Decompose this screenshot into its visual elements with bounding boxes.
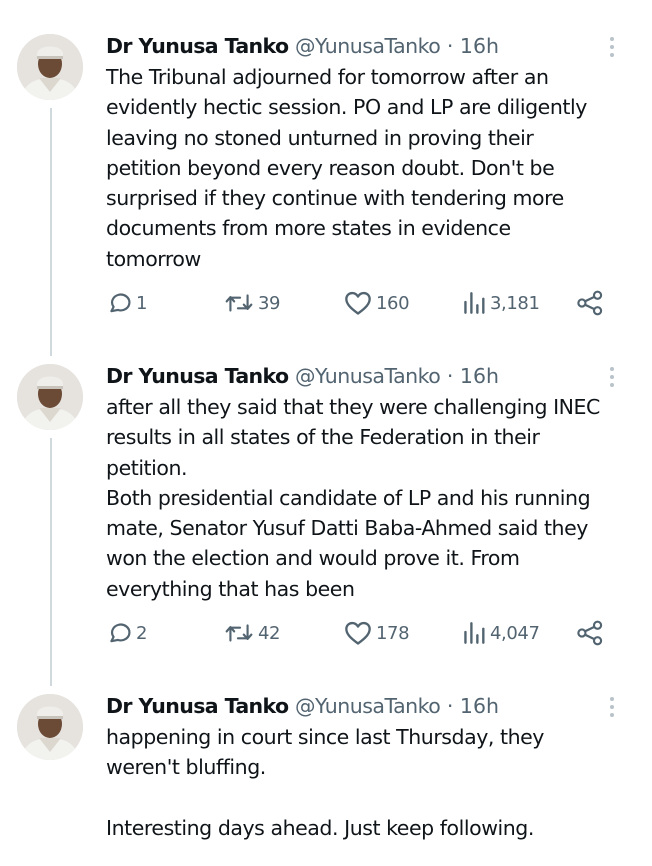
views-chart-icon [464, 292, 485, 314]
timestamp[interactable]: 16h [460, 34, 499, 58]
share-icon [577, 290, 603, 316]
tweet[interactable]: Dr Yunusa Tanko @YunusaTanko · 16h The T… [0, 34, 652, 334]
repost-icon [225, 624, 253, 642]
author-handle[interactable]: @YunusaTanko [295, 34, 441, 58]
reply-count: 2 [136, 622, 148, 644]
like-button[interactable]: 160 [344, 286, 410, 320]
tweet-header: Dr Yunusa Tanko @YunusaTanko · 16h [106, 692, 499, 720]
author-name[interactable]: Dr Yunusa Tanko [106, 34, 289, 58]
avatar[interactable] [17, 364, 83, 430]
tweet-header: Dr Yunusa Tanko @YunusaTanko · 16h [106, 32, 499, 60]
reply-icon [110, 623, 131, 643]
tweet-text: after all they said that they were chall… [106, 395, 600, 601]
author-name[interactable]: Dr Yunusa Tanko [106, 364, 289, 388]
views-chart-icon [464, 622, 485, 644]
tweet-header: Dr Yunusa Tanko @YunusaTanko · 16h [106, 362, 499, 390]
action-bar: 1 39 160 3,181 [106, 286, 626, 320]
views-button[interactable]: 3,181 [462, 286, 540, 320]
timestamp[interactable]: 16h [460, 364, 499, 388]
views-count: 3,181 [490, 292, 540, 314]
tweet-text: The Tribunal adjourned for tomorrow afte… [106, 65, 587, 271]
separator-dot: · [446, 694, 454, 718]
share-button[interactable] [576, 616, 604, 650]
repost-button[interactable]: 42 [224, 616, 281, 650]
repost-count: 42 [258, 622, 281, 644]
action-bar: 2 42 178 4,047 [106, 616, 626, 650]
like-count: 160 [376, 292, 410, 314]
repost-button[interactable]: 39 [224, 286, 281, 320]
like-count: 178 [376, 622, 410, 644]
separator-dot: · [446, 34, 454, 58]
views-button[interactable]: 4,047 [462, 616, 540, 650]
avatar[interactable] [17, 694, 83, 760]
more-vertical-icon[interactable] [604, 34, 620, 60]
author-handle[interactable]: @YunusaTanko [295, 694, 441, 718]
repost-icon [225, 294, 253, 312]
reply-button[interactable]: 2 [106, 616, 147, 650]
tweet[interactable]: Dr Yunusa Tanko @YunusaTanko · 16h after… [0, 364, 652, 664]
tweet[interactable]: Dr Yunusa Tanko @YunusaTanko · 16h happe… [0, 694, 652, 864]
avatar[interactable] [17, 34, 83, 100]
reply-icon [110, 293, 131, 313]
author-name[interactable]: Dr Yunusa Tanko [106, 694, 289, 718]
timestamp[interactable]: 16h [460, 694, 499, 718]
separator-dot: · [446, 364, 454, 388]
heart-icon [345, 291, 371, 315]
reply-button[interactable]: 1 [106, 286, 147, 320]
author-handle[interactable]: @YunusaTanko [295, 364, 441, 388]
reply-count: 1 [136, 292, 148, 314]
more-vertical-icon[interactable] [604, 364, 620, 390]
repost-count: 39 [258, 292, 281, 314]
share-button[interactable] [576, 286, 604, 320]
more-vertical-icon[interactable] [604, 694, 620, 720]
share-icon [577, 620, 603, 646]
tweet-text: happening in court since last Thursday, … [106, 725, 544, 840]
views-count: 4,047 [490, 622, 540, 644]
heart-icon [345, 621, 371, 645]
like-button[interactable]: 178 [344, 616, 410, 650]
